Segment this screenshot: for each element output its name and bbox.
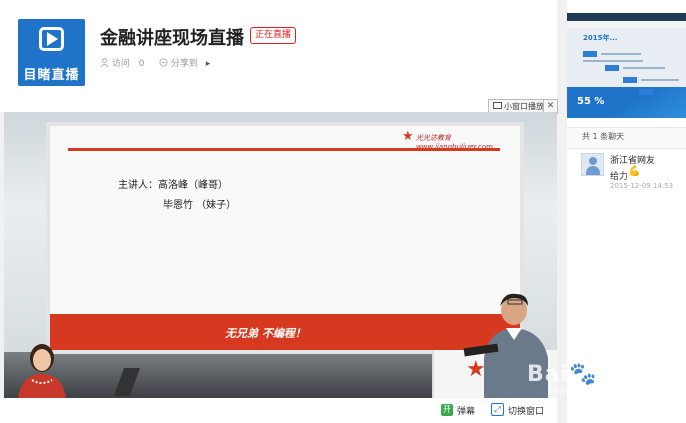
watermark-url: jingyan.baidu.com <box>548 385 632 395</box>
thumbnail-line <box>641 79 679 81</box>
mini-window-label: 小窗口播放 <box>504 102 544 111</box>
thumbnail-year: 2015年... <box>583 34 618 42</box>
share-button[interactable]: 分享到 ▸ <box>159 56 210 69</box>
slide-slogan: 无兄弟 不编程！ <box>225 327 306 340</box>
switch-window-button[interactable]: 切换窗口 <box>508 404 544 417</box>
star-icon: ★ <box>402 129 414 144</box>
chat-count: 共 1 条聊天 <box>582 132 625 141</box>
page-title: 金融讲座现场直播 <box>100 28 244 49</box>
person-icon <box>100 58 109 68</box>
play-triangle <box>47 32 58 46</box>
visits-label: 访问 <box>111 59 130 69</box>
visits-count: 0 <box>138 59 145 69</box>
presenter-female <box>18 344 66 398</box>
video-top-bar <box>0 100 557 112</box>
presentation-thumbnail[interactable]: 2015年... 55 % <box>567 13 686 118</box>
logo-text: 目睹直播 <box>23 68 80 83</box>
thumbnail-box <box>605 65 619 71</box>
thumbnail-line <box>601 53 641 55</box>
switch-window-icon[interactable]: ⤢ <box>491 403 504 416</box>
thumbnail-line <box>623 67 665 69</box>
thumbnail-tabs <box>567 21 686 28</box>
avatar-icon <box>581 153 604 176</box>
thumbnail-box <box>639 89 653 95</box>
share-icon <box>159 58 168 67</box>
video-player[interactable]: ★ 光光达教育 www.jiangbuliuer.com 主讲人：高洛峰（峰哥）… <box>4 112 557 398</box>
arrow-right-icon: ▸ <box>205 59 211 69</box>
mini-window-icon <box>493 102 502 109</box>
slide-divider <box>68 148 500 151</box>
slide-speaker-line2: 毕恩竹 （妹子） <box>163 200 237 211</box>
thumbnail-box <box>623 77 637 83</box>
thumbnail-topbar <box>567 13 686 21</box>
chat-user-name: 浙江省网友 <box>610 156 656 166</box>
chat-message-text: 给力 <box>610 172 629 182</box>
live-status-badge: 正在直播 <box>250 27 297 44</box>
thumbnail-line <box>583 60 643 62</box>
flex-emoji-icon: 💪 <box>628 166 641 177</box>
share-label: 分享到 <box>170 59 198 69</box>
slide-speaker-line1: 主讲人：高洛峰（峰哥） <box>118 180 228 191</box>
danmu-toggle[interactable]: 弹幕 <box>457 404 475 417</box>
chat-timestamp: 2015-12-09 14:53 <box>610 182 674 190</box>
thumbnail-box <box>583 51 597 57</box>
danmu-icon[interactable]: 开 <box>441 404 453 416</box>
visit-counter: 访问 0 <box>100 56 145 69</box>
watermark-logo: Bai🐾经验 <box>527 362 644 387</box>
thumbnail-percent: 55 % <box>577 96 605 107</box>
logo: 目睹直播 <box>18 19 85 86</box>
